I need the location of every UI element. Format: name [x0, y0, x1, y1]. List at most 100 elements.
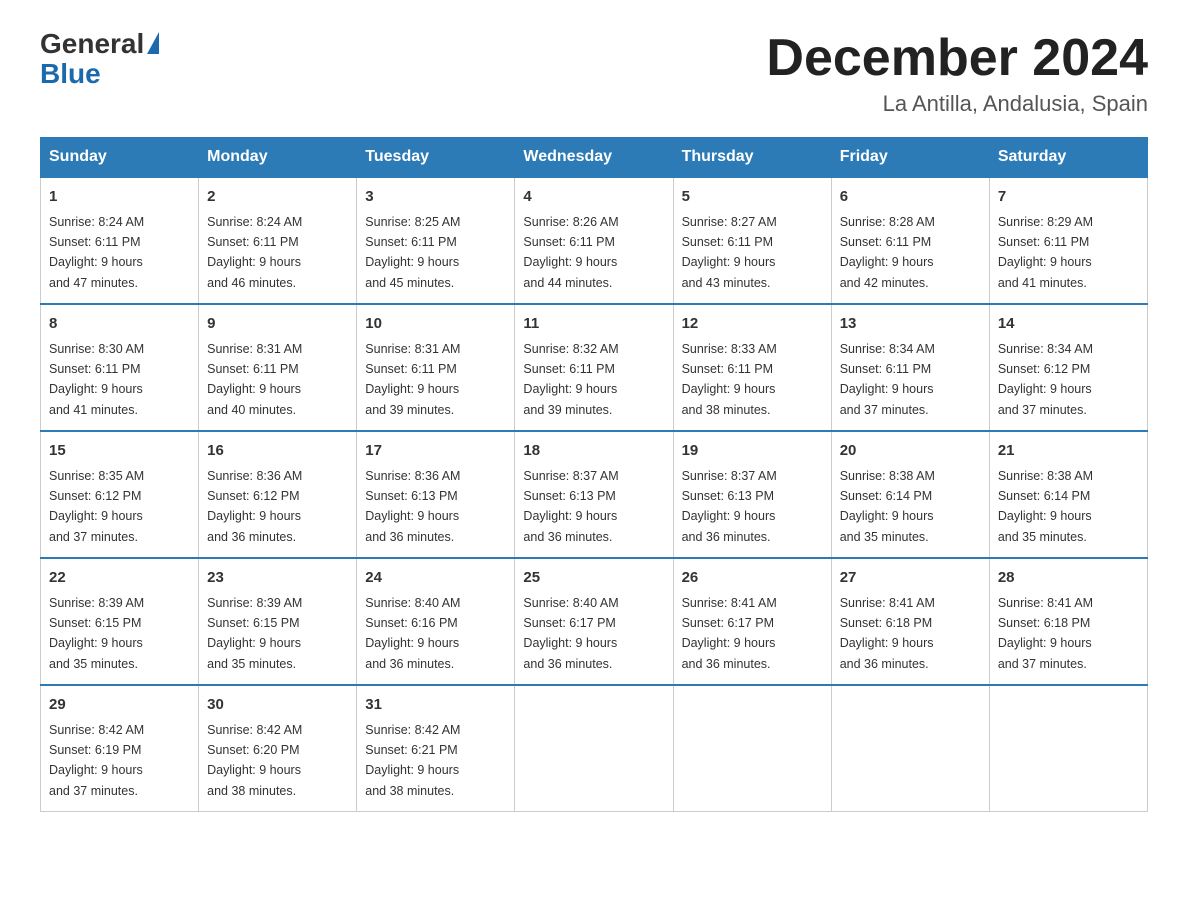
- day-info: Sunrise: 8:31 AMSunset: 6:11 PMDaylight:…: [207, 342, 302, 417]
- column-header-saturday: Saturday: [989, 138, 1147, 178]
- day-info: Sunrise: 8:32 AMSunset: 6:11 PMDaylight:…: [523, 342, 618, 417]
- day-info: Sunrise: 8:40 AMSunset: 6:16 PMDaylight:…: [365, 596, 460, 671]
- day-number: 31: [365, 694, 506, 717]
- day-number: 11: [523, 313, 664, 336]
- calendar-subtitle: La Antilla, Andalusia, Spain: [766, 91, 1148, 117]
- day-info: Sunrise: 8:42 AMSunset: 6:21 PMDaylight:…: [365, 723, 460, 798]
- day-info: Sunrise: 8:30 AMSunset: 6:11 PMDaylight:…: [49, 342, 144, 417]
- calendar-cell: 25 Sunrise: 8:40 AMSunset: 6:17 PMDaylig…: [515, 558, 673, 685]
- day-number: 22: [49, 567, 190, 590]
- calendar-cell: 28 Sunrise: 8:41 AMSunset: 6:18 PMDaylig…: [989, 558, 1147, 685]
- day-number: 23: [207, 567, 348, 590]
- calendar-cell: 29 Sunrise: 8:42 AMSunset: 6:19 PMDaylig…: [41, 685, 199, 812]
- logo-text-blue: Blue: [40, 60, 159, 88]
- calendar-week-row: 29 Sunrise: 8:42 AMSunset: 6:19 PMDaylig…: [41, 685, 1148, 812]
- calendar-cell: 11 Sunrise: 8:32 AMSunset: 6:11 PMDaylig…: [515, 304, 673, 431]
- day-info: Sunrise: 8:28 AMSunset: 6:11 PMDaylight:…: [840, 215, 935, 290]
- day-number: 27: [840, 567, 981, 590]
- day-number: 28: [998, 567, 1139, 590]
- column-header-friday: Friday: [831, 138, 989, 178]
- day-info: Sunrise: 8:36 AMSunset: 6:13 PMDaylight:…: [365, 469, 460, 544]
- calendar-cell: 14 Sunrise: 8:34 AMSunset: 6:12 PMDaylig…: [989, 304, 1147, 431]
- calendar-cell: 20 Sunrise: 8:38 AMSunset: 6:14 PMDaylig…: [831, 431, 989, 558]
- logo-text-general: General: [40, 30, 144, 58]
- calendar-cell: [515, 685, 673, 812]
- day-info: Sunrise: 8:36 AMSunset: 6:12 PMDaylight:…: [207, 469, 302, 544]
- column-header-tuesday: Tuesday: [357, 138, 515, 178]
- calendar-title: December 2024: [766, 30, 1148, 87]
- calendar-week-row: 1 Sunrise: 8:24 AMSunset: 6:11 PMDayligh…: [41, 177, 1148, 304]
- day-number: 17: [365, 440, 506, 463]
- day-number: 13: [840, 313, 981, 336]
- day-info: Sunrise: 8:33 AMSunset: 6:11 PMDaylight:…: [682, 342, 777, 417]
- calendar-cell: 18 Sunrise: 8:37 AMSunset: 6:13 PMDaylig…: [515, 431, 673, 558]
- day-number: 8: [49, 313, 190, 336]
- calendar-cell: 12 Sunrise: 8:33 AMSunset: 6:11 PMDaylig…: [673, 304, 831, 431]
- calendar-cell: 6 Sunrise: 8:28 AMSunset: 6:11 PMDayligh…: [831, 177, 989, 304]
- logo-triangle-icon: [147, 32, 159, 54]
- calendar-cell: 31 Sunrise: 8:42 AMSunset: 6:21 PMDaylig…: [357, 685, 515, 812]
- day-number: 2: [207, 186, 348, 209]
- day-number: 25: [523, 567, 664, 590]
- calendar-week-row: 22 Sunrise: 8:39 AMSunset: 6:15 PMDaylig…: [41, 558, 1148, 685]
- day-info: Sunrise: 8:27 AMSunset: 6:11 PMDaylight:…: [682, 215, 777, 290]
- day-number: 10: [365, 313, 506, 336]
- calendar-cell: 5 Sunrise: 8:27 AMSunset: 6:11 PMDayligh…: [673, 177, 831, 304]
- day-number: 4: [523, 186, 664, 209]
- day-info: Sunrise: 8:41 AMSunset: 6:17 PMDaylight:…: [682, 596, 777, 671]
- day-number: 18: [523, 440, 664, 463]
- calendar-cell: 17 Sunrise: 8:36 AMSunset: 6:13 PMDaylig…: [357, 431, 515, 558]
- day-info: Sunrise: 8:38 AMSunset: 6:14 PMDaylight:…: [840, 469, 935, 544]
- day-number: 1: [49, 186, 190, 209]
- calendar-week-row: 15 Sunrise: 8:35 AMSunset: 6:12 PMDaylig…: [41, 431, 1148, 558]
- day-info: Sunrise: 8:39 AMSunset: 6:15 PMDaylight:…: [49, 596, 144, 671]
- calendar-cell: [673, 685, 831, 812]
- calendar-cell: 4 Sunrise: 8:26 AMSunset: 6:11 PMDayligh…: [515, 177, 673, 304]
- calendar-cell: 10 Sunrise: 8:31 AMSunset: 6:11 PMDaylig…: [357, 304, 515, 431]
- calendar-cell: 1 Sunrise: 8:24 AMSunset: 6:11 PMDayligh…: [41, 177, 199, 304]
- day-info: Sunrise: 8:34 AMSunset: 6:12 PMDaylight:…: [998, 342, 1093, 417]
- day-info: Sunrise: 8:35 AMSunset: 6:12 PMDaylight:…: [49, 469, 144, 544]
- day-number: 19: [682, 440, 823, 463]
- day-number: 26: [682, 567, 823, 590]
- calendar-cell: 3 Sunrise: 8:25 AMSunset: 6:11 PMDayligh…: [357, 177, 515, 304]
- calendar-cell: 30 Sunrise: 8:42 AMSunset: 6:20 PMDaylig…: [199, 685, 357, 812]
- day-info: Sunrise: 8:24 AMSunset: 6:11 PMDaylight:…: [49, 215, 144, 290]
- day-info: Sunrise: 8:34 AMSunset: 6:11 PMDaylight:…: [840, 342, 935, 417]
- calendar-cell: 24 Sunrise: 8:40 AMSunset: 6:16 PMDaylig…: [357, 558, 515, 685]
- calendar-cell: 23 Sunrise: 8:39 AMSunset: 6:15 PMDaylig…: [199, 558, 357, 685]
- calendar-title-area: December 2024 La Antilla, Andalusia, Spa…: [766, 30, 1148, 117]
- day-info: Sunrise: 8:42 AMSunset: 6:19 PMDaylight:…: [49, 723, 144, 798]
- calendar-cell: 15 Sunrise: 8:35 AMSunset: 6:12 PMDaylig…: [41, 431, 199, 558]
- column-header-monday: Monday: [199, 138, 357, 178]
- day-info: Sunrise: 8:25 AMSunset: 6:11 PMDaylight:…: [365, 215, 460, 290]
- page-header: General Blue December 2024 La Antilla, A…: [40, 30, 1148, 117]
- day-number: 6: [840, 186, 981, 209]
- column-header-thursday: Thursday: [673, 138, 831, 178]
- day-info: Sunrise: 8:38 AMSunset: 6:14 PMDaylight:…: [998, 469, 1093, 544]
- day-info: Sunrise: 8:29 AMSunset: 6:11 PMDaylight:…: [998, 215, 1093, 290]
- calendar-cell: 7 Sunrise: 8:29 AMSunset: 6:11 PMDayligh…: [989, 177, 1147, 304]
- calendar-cell: 13 Sunrise: 8:34 AMSunset: 6:11 PMDaylig…: [831, 304, 989, 431]
- day-number: 30: [207, 694, 348, 717]
- day-info: Sunrise: 8:37 AMSunset: 6:13 PMDaylight:…: [523, 469, 618, 544]
- day-number: 5: [682, 186, 823, 209]
- calendar-cell: 21 Sunrise: 8:38 AMSunset: 6:14 PMDaylig…: [989, 431, 1147, 558]
- calendar-cell: 16 Sunrise: 8:36 AMSunset: 6:12 PMDaylig…: [199, 431, 357, 558]
- day-number: 29: [49, 694, 190, 717]
- day-number: 3: [365, 186, 506, 209]
- calendar-cell: 9 Sunrise: 8:31 AMSunset: 6:11 PMDayligh…: [199, 304, 357, 431]
- day-info: Sunrise: 8:37 AMSunset: 6:13 PMDaylight:…: [682, 469, 777, 544]
- calendar-cell: [831, 685, 989, 812]
- day-info: Sunrise: 8:40 AMSunset: 6:17 PMDaylight:…: [523, 596, 618, 671]
- day-info: Sunrise: 8:39 AMSunset: 6:15 PMDaylight:…: [207, 596, 302, 671]
- calendar-cell: 22 Sunrise: 8:39 AMSunset: 6:15 PMDaylig…: [41, 558, 199, 685]
- calendar-cell: 2 Sunrise: 8:24 AMSunset: 6:11 PMDayligh…: [199, 177, 357, 304]
- calendar-cell: 19 Sunrise: 8:37 AMSunset: 6:13 PMDaylig…: [673, 431, 831, 558]
- day-info: Sunrise: 8:24 AMSunset: 6:11 PMDaylight:…: [207, 215, 302, 290]
- day-number: 12: [682, 313, 823, 336]
- day-number: 15: [49, 440, 190, 463]
- calendar-cell: 27 Sunrise: 8:41 AMSunset: 6:18 PMDaylig…: [831, 558, 989, 685]
- day-number: 21: [998, 440, 1139, 463]
- day-info: Sunrise: 8:42 AMSunset: 6:20 PMDaylight:…: [207, 723, 302, 798]
